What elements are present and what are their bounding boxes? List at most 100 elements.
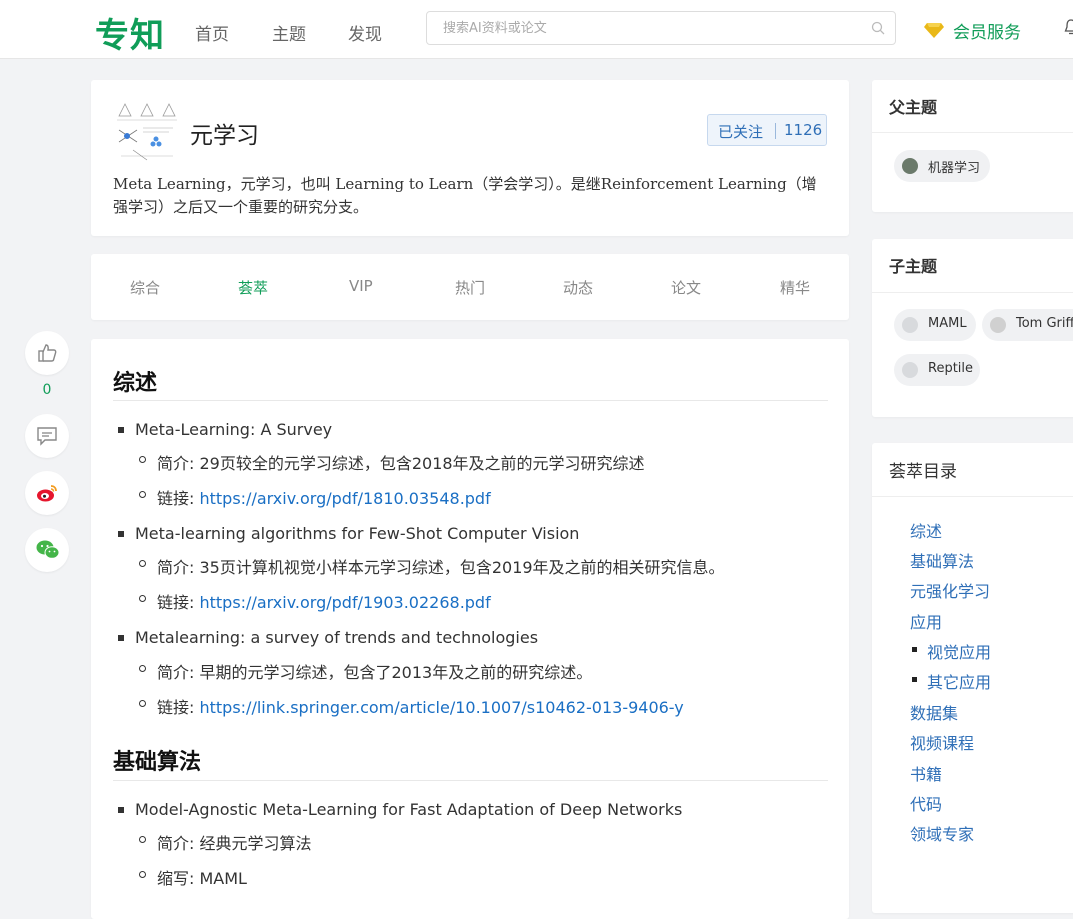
topic-tag-label: MAML <box>928 316 967 331</box>
paper-link[interactable]: https://arxiv.org/pdf/1810.03548.pdf <box>199 489 490 508</box>
search-box <box>426 11 896 45</box>
comment-button[interactable] <box>25 414 69 458</box>
tab-featured[interactable]: 精华 <box>780 277 810 298</box>
paper-abbreviation: 缩写: MAML <box>157 869 247 888</box>
toc-bullet <box>912 677 917 682</box>
follow-label: 已关注 <box>718 123 764 141</box>
list-bullet <box>118 635 124 641</box>
tab-collection[interactable]: 荟萃 <box>238 277 268 298</box>
link-prefix: 链接: <box>157 489 200 508</box>
sub-bullet <box>139 491 146 498</box>
list-bullet <box>118 427 124 433</box>
paper-link[interactable]: https://link.springer.com/article/10.100… <box>199 698 683 717</box>
card-divider <box>872 292 1073 293</box>
comment-icon <box>37 427 57 446</box>
link-prefix: 链接: <box>157 593 200 612</box>
topic-tag-reptile[interactable]: Reptile <box>894 354 980 386</box>
sub-bullet <box>139 456 146 463</box>
paper-title: Model-Agnostic Meta-Learning for Fast Ad… <box>135 800 683 819</box>
topic-tag-machine-learning[interactable]: 机器学习 <box>894 150 990 182</box>
site-logo[interactable]: 专知 <box>95 8 165 57</box>
toc-item[interactable]: 数据集 <box>910 700 958 724</box>
follow-divider <box>775 123 776 139</box>
tab-hot[interactable]: 热门 <box>455 277 485 298</box>
toc-item[interactable]: 综述 <box>910 518 942 542</box>
child-topic-card: 子主题 MAML Tom Griffi Reptile <box>872 239 1073 417</box>
toc-item[interactable]: 书籍 <box>910 761 942 785</box>
toc-subitem[interactable]: 视觉应用 <box>927 639 991 663</box>
topic-thumbnail <box>113 98 181 164</box>
topic-tag-maml[interactable]: MAML <box>894 309 976 341</box>
toc-item[interactable]: 元强化学习 <box>910 578 990 602</box>
toc-item[interactable]: 领域专家 <box>910 821 974 845</box>
paper-title: Meta-learning algorithms for Few-Shot Co… <box>135 524 580 543</box>
topic-avatar <box>902 362 918 378</box>
nav-discover-link[interactable]: 发现 <box>348 20 382 45</box>
nav-home-link[interactable]: 首页 <box>195 20 229 45</box>
toc-item[interactable]: 视频课程 <box>910 730 974 754</box>
weibo-share-button[interactable] <box>25 471 69 515</box>
sub-bullet <box>139 560 146 567</box>
toc-bullet <box>912 647 917 652</box>
topic-title: 元学习 <box>190 123 259 149</box>
follow-button[interactable]: 已关注 1126 <box>707 114 827 146</box>
nav-topics-link[interactable]: 主题 <box>272 20 306 45</box>
paper-intro: 简介: 经典元学习算法 <box>157 834 312 853</box>
toc-item[interactable]: 基础算法 <box>910 548 974 572</box>
diamond-icon <box>924 23 944 38</box>
child-topic-heading: 子主题 <box>889 257 938 276</box>
like-count: 0 <box>42 382 52 398</box>
follower-count: 1126 <box>784 121 823 139</box>
link-prefix: 链接: <box>157 698 200 717</box>
search-input[interactable] <box>443 12 863 44</box>
paper-link[interactable]: https://arxiv.org/pdf/1903.02268.pdf <box>199 593 490 612</box>
paper-link-line: 链接: https://link.springer.com/article/10… <box>157 694 684 718</box>
toc-subitem[interactable]: 其它应用 <box>927 669 991 693</box>
paper-title: Meta-Learning: A Survey <box>135 420 333 439</box>
paper-link-line: 链接: https://arxiv.org/pdf/1810.03548.pdf <box>157 485 491 509</box>
topic-tag-tom-griffiths[interactable]: Tom Griffi <box>982 309 1073 341</box>
tab-vip[interactable]: VIP <box>349 277 373 295</box>
sub-bullet <box>139 871 146 878</box>
parent-topic-card: 父主题 机器学习 <box>872 80 1073 212</box>
weibo-icon <box>37 485 57 502</box>
like-button[interactable] <box>25 331 69 375</box>
parent-topic-heading: 父主题 <box>889 98 938 117</box>
thumbs-up-icon <box>38 344 57 362</box>
toc-heading: 荟萃目录 <box>889 462 957 482</box>
topic-avatar <box>902 317 918 333</box>
topic-description: Meta Learning，元学习，也叫 Learning to Learn（学… <box>113 175 817 216</box>
toc-item[interactable]: 代码 <box>910 791 942 815</box>
topic-tabs: 综合 荟萃 VIP 热门 动态 论文 精华 <box>91 254 849 320</box>
section-divider <box>113 400 828 401</box>
topic-tag-label: Reptile <box>928 361 974 376</box>
card-divider <box>872 132 1073 133</box>
list-bullet <box>118 807 124 813</box>
tab-activity[interactable]: 动态 <box>563 277 593 298</box>
wechat-share-button[interactable] <box>25 528 69 572</box>
content-card: 综述 Meta-Learning: A Survey 简介: 29页较全的元学习… <box>91 339 849 919</box>
card-divider <box>872 496 1073 497</box>
topic-avatar <box>990 317 1006 333</box>
topic-header-card: 元学习 已关注 1126 Meta Learning，元学习，也叫 Learni… <box>91 80 849 236</box>
search-icon[interactable] <box>871 21 885 35</box>
bell-icon[interactable] <box>1064 18 1073 36</box>
paper-title: Metalearning: a survey of trends and tec… <box>135 628 539 647</box>
top-nav: 专知 首页 主题 发现 会员服务 <box>0 0 1073 59</box>
topic-tag-label: 机器学习 <box>928 161 981 176</box>
wechat-icon <box>36 540 60 559</box>
sub-bullet <box>139 836 146 843</box>
sub-bullet <box>139 665 146 672</box>
topic-tag-label: Tom Griffi <box>1016 316 1073 331</box>
tab-overview[interactable]: 综合 <box>130 277 160 298</box>
toc-card: 荟萃目录 综述 基础算法 元强化学习 应用 视觉应用 其它应用 数据集 视频课程… <box>872 443 1073 913</box>
paper-intro: 简介: 早期的元学习综述，包含了2013年及之前的研究综述。 <box>157 663 593 682</box>
list-bullet <box>118 531 124 537</box>
sub-bullet <box>139 700 146 707</box>
tab-papers[interactable]: 论文 <box>671 277 701 298</box>
paper-intro: 简介: 29页较全的元学习综述，包含2018年及之前的元学习研究综述 <box>157 454 645 473</box>
paper-link-line: 链接: https://arxiv.org/pdf/1903.02268.pdf <box>157 589 491 613</box>
section-divider <box>113 780 828 781</box>
toc-item[interactable]: 应用 <box>910 609 942 633</box>
sub-bullet <box>139 595 146 602</box>
